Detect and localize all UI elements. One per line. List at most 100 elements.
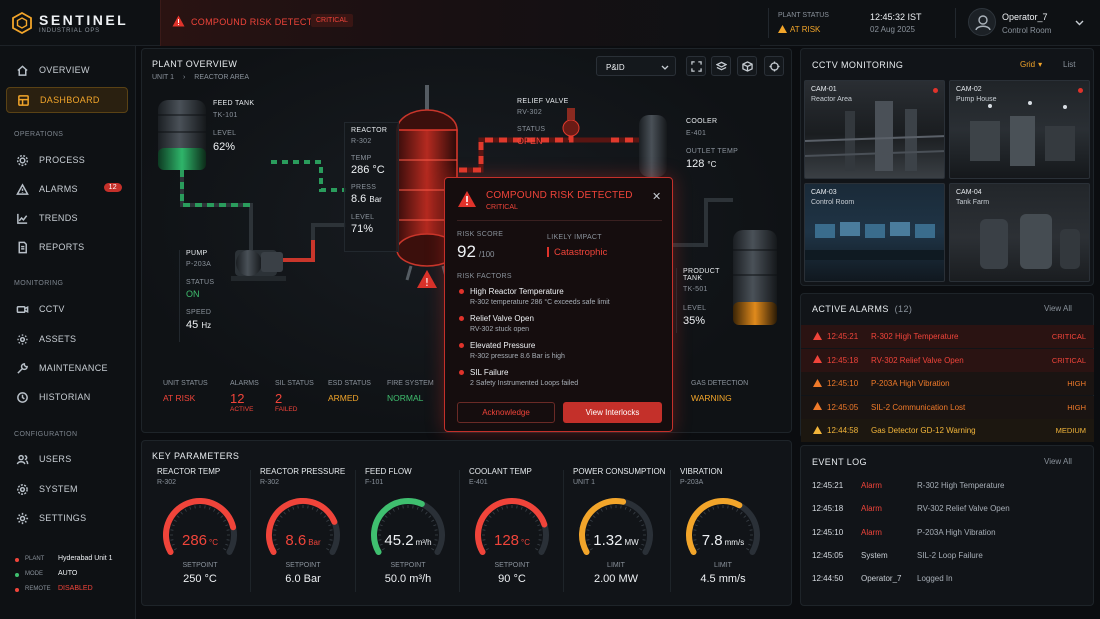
alarm-triangle-icon (16, 182, 29, 195)
cctv-grid-toggle[interactable]: Grid ▾ (1020, 60, 1042, 69)
sidebar-item-reports[interactable]: REPORTS (6, 234, 128, 260)
cctv-camera-feed[interactable]: CAM-02 Pump House (949, 80, 1090, 179)
cooler-vessel (639, 115, 667, 177)
acknowledge-button[interactable]: Acknowledge (457, 402, 555, 423)
cctv-camera-feed[interactable]: CAM-03 Control Room (804, 183, 945, 282)
alarms-view-all-link[interactable]: View All (1044, 304, 1072, 313)
alarm-severity: HIGH (1067, 379, 1086, 388)
target-button[interactable] (764, 56, 784, 76)
parameter-gauge[interactable]: REACTOR TEMP R-302 286 °C SETPOINT 250 °C (150, 467, 250, 592)
sidebar-item-cctv[interactable]: CCTV (6, 296, 128, 322)
event-row[interactable]: 12:44:50 Operator_7 Logged In (812, 574, 1082, 583)
alarm-row[interactable]: 12:45:21 R-302 High Temperature CRITICAL (801, 325, 1094, 348)
cooler-outlet-label: OUTLET TEMP (686, 148, 739, 155)
sidebar-item-dashboard[interactable]: DASHBOARD (6, 87, 128, 113)
sidebar-item-settings[interactable]: SETTINGS (6, 505, 128, 531)
reactor-press: 8.6 Bar (351, 193, 392, 205)
gauge-title: FEED FLOW (365, 467, 412, 476)
gauge-tick (307, 505, 309, 509)
sidebar-item-assets[interactable]: ASSETS (6, 326, 128, 352)
parameter-gauge[interactable]: COOLANT TEMP E-401 128 °C SETPOINT 90 °C (462, 467, 562, 592)
gauge-tick (204, 505, 206, 509)
sidebar-item-trends[interactable]: TRENDS (6, 205, 128, 231)
gauge-title: COOLANT TEMP (469, 467, 532, 476)
gauge-tick (694, 524, 698, 527)
cctv-camera-feed[interactable]: CAM-01 Reactor Area (804, 80, 945, 179)
parameter-gauge[interactable]: FEED FLOW F-101 45.2 m³/h SETPOINT 50.0 m³/h (358, 467, 458, 592)
alarm-row[interactable]: 12:45:18 RV-302 Relief Valve Open CRITICAL (801, 348, 1094, 372)
gauge-tick (529, 511, 532, 515)
gauge-tick (605, 506, 608, 510)
alarm-message: P-203A High Vibration (871, 379, 950, 388)
reactor-press-value: 8.6 (351, 193, 367, 205)
gauge-dial (686, 497, 760, 555)
gauge-dial (163, 497, 237, 555)
sidebar-item-historian[interactable]: HISTORIAN (6, 384, 128, 410)
event-row[interactable]: 12:45:05 System SIL-2 Loop Failure (812, 551, 1082, 560)
fullscreen-button[interactable] (686, 56, 706, 76)
parameter-gauge[interactable]: REACTOR PRESSURE R-302 8.6 Bar SETPOINT 6.0 B… (253, 467, 353, 592)
alarm-row[interactable]: 12:44:58 Gas Detector GD-12 Warning MEDIUM (801, 419, 1094, 442)
view-select[interactable]: P&ID (596, 56, 676, 76)
plant-overview-title: PLANT OVERVIEW (152, 59, 238, 69)
home-icon (17, 64, 28, 76)
event-log-view-all-link[interactable]: View All (1044, 457, 1072, 466)
event-row[interactable]: 12:45:21 Alarm R-302 High Temperature (812, 481, 1082, 490)
parameter-gauge[interactable]: VIBRATION P-203A 7.8 mm/s LIMIT 4.5 mm/s (673, 467, 773, 592)
cooler-callout[interactable]: COOLER E-401 OUTLET TEMP 128 °C (686, 118, 746, 183)
gauge-tick (283, 511, 286, 515)
alarm-row[interactable]: 12:45:05 SIL-2 Communication Lost HIGH (801, 395, 1094, 419)
event-row[interactable]: 12:45:18 Alarm RV-302 Relief Valve Open (812, 504, 1082, 513)
esd-status: ESD STATUS ARMED (328, 380, 371, 403)
user-menu-chevron-down-icon[interactable] (1075, 18, 1084, 29)
sidebar-item-maintenance[interactable]: MAINTENANCE (6, 355, 128, 381)
sidebar-item-overview[interactable]: OVERVIEW (6, 57, 128, 83)
layers-button[interactable] (711, 56, 731, 76)
sidebar-item-system[interactable]: SYSTEM (6, 476, 128, 502)
user-name[interactable]: Operator_7 (1002, 12, 1048, 22)
product-tank-callout[interactable]: PRODUCT TANK TK-501 LEVEL 35% (676, 268, 736, 333)
pump-callout[interactable]: PUMP P-203A STATUS ON SPEED 45 Hz (179, 250, 234, 342)
gauge-setpoint-value: 250 °C (183, 573, 217, 585)
cctv-title: CCTV MONITORING (812, 60, 904, 70)
sidebar-item-alarms[interactable]: ALARMS 12 (6, 176, 128, 202)
3d-view-button[interactable] (737, 56, 757, 76)
sidebar-item-users[interactable]: USERS (6, 446, 128, 472)
feed-tank-title: FEED TANK (213, 100, 255, 107)
gauge-tick (485, 519, 489, 522)
clock-date: 02 Aug 2025 (870, 25, 915, 34)
sidebar-item-label: MAINTENANCE (39, 363, 108, 373)
risk-factor-title: High Reactor Temperature (470, 287, 564, 296)
cooler-title: COOLER (686, 118, 718, 125)
cctv-list-toggle[interactable]: List (1063, 60, 1075, 69)
event-row[interactable]: 12:45:10 Alarm P-203A High Vibration (812, 528, 1082, 537)
reactor-callout[interactable]: REACTOR R-302 TEMP 286 °C PRESS 8.6 Bar … (344, 122, 399, 252)
cctv-camera-feed[interactable]: CAM-04 Tank Farm (949, 183, 1090, 282)
alarms-status-sub: ACTIVE (230, 406, 254, 413)
pump-speed-unit: Hz (201, 321, 212, 330)
gauge-setpoint-label: LIMIT (607, 562, 625, 569)
status-dot-icon (15, 588, 19, 592)
gas-status-value: WARNING (691, 393, 732, 403)
expand-icon (690, 60, 702, 72)
gauge-tick (727, 505, 729, 509)
event-message: Logged In (917, 574, 953, 584)
feed-tank-callout[interactable]: FEED TANK TK-101 LEVEL 62% (213, 100, 273, 160)
sidebar-item-process[interactable]: PROCESS (6, 147, 128, 173)
event-time: 12:45:18 (812, 504, 844, 514)
user-avatar-icon[interactable] (968, 8, 996, 36)
relief-valve-callout[interactable]: RELIEF VALVE RV-302 STATUS OPEN (517, 98, 577, 153)
risk-score-max: /100 (478, 250, 495, 259)
view-interlocks-button[interactable]: View Interlocks (563, 402, 662, 423)
parameter-gauge[interactable]: POWER CONSUMPTION UNIT 1 1.32 MW LIMIT 2.00 M… (566, 467, 666, 592)
modal-close-icon[interactable]: ✕ (652, 190, 661, 203)
svg-text:!: ! (425, 276, 429, 289)
compound-risk-alert-banner[interactable]: COMPOUND RISK DETECTED CRITICAL (160, 0, 760, 46)
gauge-tick (329, 529, 333, 531)
gauge-tick (492, 511, 495, 515)
event-log-title: EVENT LOG (812, 457, 867, 467)
gauge-tick (184, 508, 187, 512)
alarm-row[interactable]: 12:45:10 P-203A High Vibration HIGH (801, 372, 1094, 395)
gauge-tick (176, 515, 180, 518)
event-time: 12:45:21 (812, 481, 844, 490)
